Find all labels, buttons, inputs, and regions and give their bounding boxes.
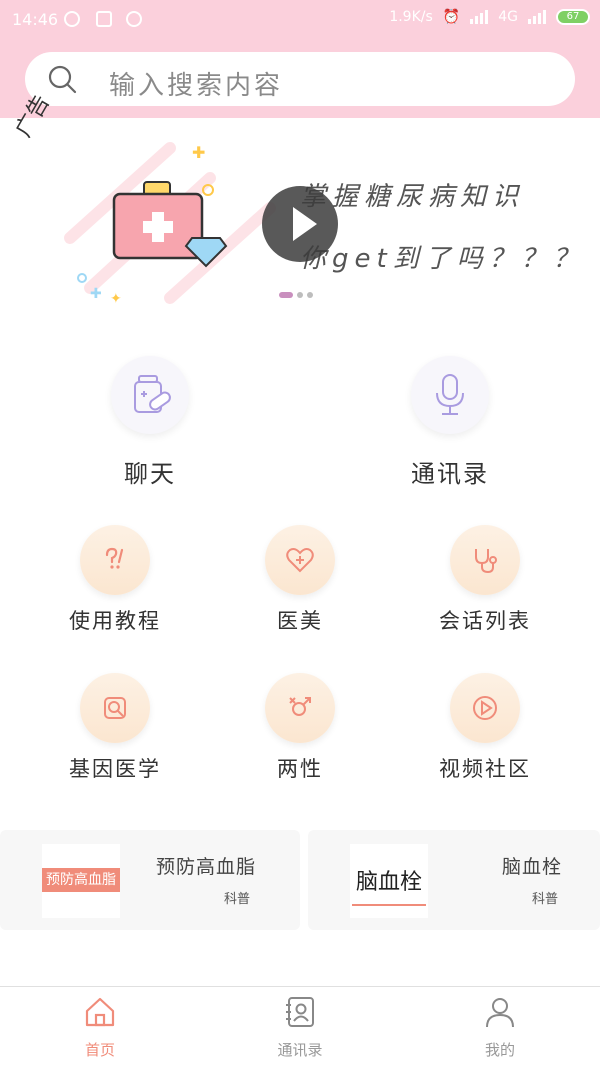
article-thumbnail: 预防高血脂 (42, 844, 120, 918)
play-button[interactable] (262, 186, 338, 262)
signal-icon (528, 10, 546, 24)
tab-contacts[interactable]: 通讯录 (240, 987, 360, 1068)
svg-text:✦: ✦ (110, 291, 122, 307)
article-tag: 科普 (532, 892, 559, 907)
carousel-indicator (279, 292, 313, 298)
quick-chat[interactable]: 聊天 (50, 356, 250, 489)
search-icon (48, 65, 77, 94)
service-label: 基因医学 (69, 757, 161, 781)
thumbnail-text: 预防高血脂 (42, 868, 120, 892)
service-aesthetic[interactable]: 医美 (210, 525, 390, 635)
heart-plus-icon (265, 525, 335, 595)
first-aid-kit-illustration: ✚ ✚ ✦ (64, 142, 276, 307)
gender-icon (265, 673, 335, 743)
question-exclaim-icon (80, 525, 150, 595)
notification-icon (64, 11, 80, 27)
service-gender[interactable]: 两性 (210, 673, 390, 783)
status-time: 14:46 (12, 10, 59, 29)
status-indicators: 1.9K/s ⏰ 4G 67 (389, 9, 590, 25)
tab-home[interactable]: 首页 (40, 987, 160, 1068)
network-type: 4G (498, 9, 518, 25)
stethoscope-icon (450, 525, 520, 595)
tab-profile[interactable]: 我的 (440, 987, 560, 1068)
service-tutorial[interactable]: 使用教程 (25, 525, 205, 635)
tab-label: 通讯录 (277, 1041, 323, 1059)
tab-label: 首页 (84, 1041, 115, 1059)
service-video[interactable]: 视频社区 (395, 673, 575, 783)
search-input[interactable]: 输入搜索内容 (109, 65, 283, 102)
bag-icon (96, 11, 112, 27)
service-conversations[interactable]: 会话列表 (395, 525, 575, 635)
service-label: 两性 (277, 757, 323, 781)
service-label: 会话列表 (439, 609, 531, 633)
search-bar[interactable]: 输入搜索内容 (25, 52, 575, 106)
service-label: 视频社区 (439, 757, 531, 781)
banner-subline: 你get到了吗？？？ (300, 244, 585, 274)
article-thumbnail: 脑血栓 (350, 844, 428, 918)
quick-chat-label: 聊天 (124, 460, 176, 488)
play-circle-icon (450, 673, 520, 743)
article-card[interactable]: 预防高血脂 预防高血脂 科普 (0, 830, 300, 930)
notification-icon (126, 11, 142, 27)
thumbnail-text: 脑血栓 (355, 870, 422, 895)
svg-text:✚: ✚ (192, 143, 205, 162)
carousel-dot-active[interactable] (279, 292, 293, 298)
microphone-icon (411, 356, 489, 434)
service-label: 医美 (277, 609, 323, 633)
alarm-icon: ⏰ (442, 9, 461, 25)
contacts-icon (286, 997, 314, 1027)
quick-contacts[interactable]: 通讯录 (350, 356, 550, 489)
tab-label: 我的 (484, 1041, 515, 1059)
service-label: 使用教程 (69, 609, 161, 633)
service-genetics[interactable]: 基因医学 (25, 673, 205, 783)
article-card[interactable]: 脑血栓 脑血栓 科普 (308, 830, 600, 930)
carousel-dot[interactable] (297, 292, 303, 298)
home-icon (85, 997, 115, 1027)
net-speed: 1.9K/s (389, 9, 433, 25)
signal-icon (470, 10, 489, 24)
status-bar: 14:46 1.9K/s ⏰ 4G 67 (0, 0, 600, 40)
article-tag: 科普 (224, 892, 251, 907)
battery-icon: 67 (556, 9, 590, 25)
user-icon (486, 998, 514, 1028)
svg-text:✚: ✚ (90, 286, 102, 302)
medicine-bottle-icon (111, 356, 189, 434)
bottom-tab-bar: 首页 通讯录 我的 (0, 986, 600, 1068)
carousel-dot[interactable] (307, 292, 313, 298)
quick-contacts-label: 通讯录 (411, 460, 489, 488)
header: 输入搜索内容 (0, 40, 600, 118)
ad-banner[interactable]: 广告 ✚ ✚ ✦ 掌握糖尿病知识 你get到了吗？？？ (0, 91, 600, 318)
search-doc-icon (80, 673, 150, 743)
article-title: 预防高血脂 (156, 856, 257, 878)
article-title: 脑血栓 (502, 856, 563, 878)
